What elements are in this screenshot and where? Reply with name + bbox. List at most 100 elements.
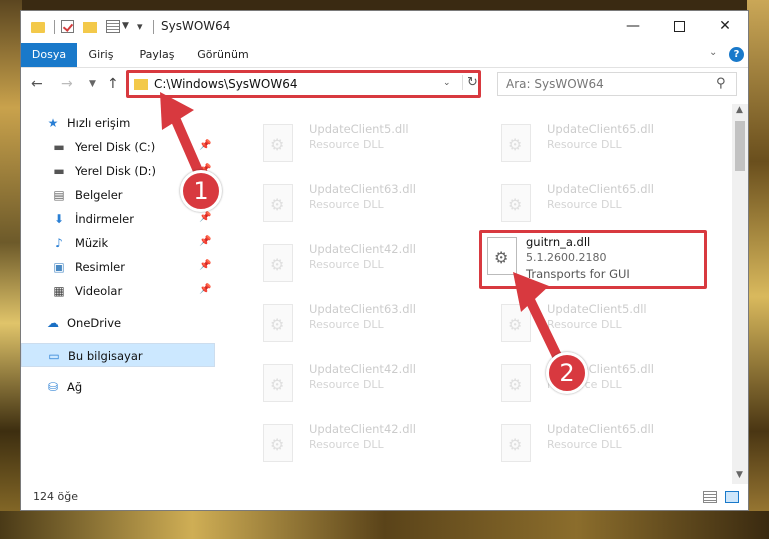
search-input[interactable]: Ara: SysWOW64 ⚲ xyxy=(497,72,737,96)
sidebar-item-downloads[interactable]: ⬇ İndirmeler 📌 xyxy=(21,207,215,231)
tab-home[interactable]: Giriş xyxy=(81,43,121,67)
explorer-window: ▼ ▾ SysWOW64 — ✕ Dosya Giriş Paylaş Görü… xyxy=(20,10,749,511)
forward-arrow-icon[interactable]: → xyxy=(61,76,73,92)
sidebar-item-quick-access[interactable]: ★ Hızlı erişim xyxy=(21,111,215,135)
computer-icon: ▭ xyxy=(48,349,60,363)
search-icon[interactable]: ⚲ xyxy=(716,76,726,91)
file-description: Resource DLL xyxy=(309,438,384,451)
file-description: Resource DLL xyxy=(309,258,384,271)
sidebar-item-pictures[interactable]: ▣ Resimler 📌 xyxy=(21,255,215,279)
sidebar-item-label: Müzik xyxy=(75,236,109,250)
close-button[interactable]: ✕ xyxy=(702,11,748,41)
scroll-thumb[interactable] xyxy=(735,121,745,171)
sidebar-item-drive-c[interactable]: ▬ Yerel Disk (C:) 📌 xyxy=(21,135,215,159)
ribbon-tabs: Dosya Giriş Paylaş Görünüm ⌄ ? xyxy=(21,43,748,68)
navigation-pane: ★ Hızlı erişim ▬ Yerel Disk (C:) 📌 ▬ Yer… xyxy=(21,104,215,484)
new-folder-icon[interactable] xyxy=(83,22,97,33)
chevron-down-icon[interactable]: ▼ xyxy=(122,21,129,37)
properties-icon[interactable] xyxy=(106,20,120,33)
music-icon: ♪ xyxy=(55,236,63,250)
dll-file-icon xyxy=(263,304,293,342)
dll-file-icon xyxy=(263,364,293,402)
file-description: Resource DLL xyxy=(309,138,384,151)
pin-icon[interactable]: 📌 xyxy=(199,212,211,223)
file-description: Resource DLL xyxy=(547,138,622,151)
file-item[interactable]: UpdateClient63.dll Resource DLL xyxy=(241,174,471,226)
dll-file-icon xyxy=(501,364,531,402)
file-name: UpdateClient42.dll xyxy=(309,422,416,436)
file-description: Resource DLL xyxy=(547,438,622,451)
file-item[interactable]: UpdateClient65.dll Resource DLL xyxy=(479,354,709,406)
details-view-icon[interactable] xyxy=(703,491,717,503)
dll-file-icon xyxy=(263,124,293,162)
file-item[interactable]: UpdateClient65.dll Resource DLL xyxy=(479,174,709,226)
file-item[interactable]: UpdateClient65.dll Resource DLL xyxy=(479,114,709,166)
file-item[interactable]: UpdateClient42.dll Resource DLL xyxy=(241,354,471,406)
drive-icon: ▬ xyxy=(53,140,65,154)
file-list: UpdateClient5.dll Resource DLL UpdateCli… xyxy=(221,104,731,484)
scroll-down-icon[interactable]: ▼ xyxy=(736,470,743,480)
properties-check-icon[interactable] xyxy=(61,20,74,33)
expand-ribbon-icon[interactable]: ⌄ xyxy=(709,47,717,58)
sidebar-item-label: Bu bilgisayar xyxy=(68,349,143,363)
dll-file-icon xyxy=(501,184,531,222)
divider xyxy=(153,20,154,34)
file-description: Resource DLL xyxy=(309,318,384,331)
sidebar-item-music[interactable]: ♪ Müzik 📌 xyxy=(21,231,215,255)
dll-file-icon xyxy=(263,184,293,222)
item-count: 124 öğe xyxy=(33,490,78,503)
sidebar-item-network[interactable]: ⛁ Ağ xyxy=(21,375,215,399)
file-item[interactable]: UpdateClient42.dll Resource DLL xyxy=(241,414,471,466)
sidebar-item-videos[interactable]: ▦ Videolar 📌 xyxy=(21,279,215,303)
sidebar-item-this-pc[interactable]: ▭ Bu bilgisayar xyxy=(21,343,215,367)
drive-icon: ▬ xyxy=(53,164,65,178)
dll-file-icon xyxy=(501,304,531,342)
network-icon: ⛁ xyxy=(47,380,59,394)
file-description: Resource DLL xyxy=(309,198,384,211)
title-bar: ▼ ▾ SysWOW64 — ✕ xyxy=(21,11,748,43)
sidebar-item-label: Ağ xyxy=(67,380,83,394)
file-item[interactable]: UpdateClient5.dll Resource DLL xyxy=(241,114,471,166)
tab-share[interactable]: Paylaş xyxy=(133,43,181,67)
pin-icon[interactable]: 📌 xyxy=(199,284,211,295)
sidebar-item-onedrive[interactable]: ☁ OneDrive xyxy=(21,311,215,335)
step-badge-1: 1 xyxy=(180,170,222,212)
tab-view[interactable]: Görünüm xyxy=(193,43,253,67)
navigation-bar: ← → ▼ ↑ C:\Windows\SysWOW64 ⌄ ↻ Ara: Sys… xyxy=(21,68,748,100)
recent-locations-chevron-icon[interactable]: ▼ xyxy=(89,79,96,89)
tiles-view-icon[interactable] xyxy=(725,491,739,503)
customize-toolbar-icon[interactable]: ▾ xyxy=(137,20,143,36)
address-highlight-box xyxy=(126,70,481,98)
file-item[interactable]: UpdateClient63.dll Resource DLL xyxy=(241,294,471,346)
file-item[interactable]: UpdateClient5.dll Resource DLL xyxy=(479,294,709,346)
pin-icon[interactable]: 📌 xyxy=(199,140,211,151)
minimize-button[interactable]: — xyxy=(610,11,656,41)
tab-file[interactable]: Dosya xyxy=(21,43,77,67)
sidebar-item-label: Videolar xyxy=(75,284,123,298)
star-icon: ★ xyxy=(47,116,59,130)
sidebar-item-label: Belgeler xyxy=(75,188,123,202)
file-name: UpdateClient65.dll xyxy=(547,182,654,196)
vertical-scrollbar[interactable]: ▲ ▼ xyxy=(732,104,748,484)
up-arrow-icon[interactable]: ↑ xyxy=(107,76,119,92)
help-icon[interactable]: ? xyxy=(729,47,744,62)
file-description: Resource DLL xyxy=(547,318,622,331)
file-item[interactable]: UpdateClient65.dll Resource DLL xyxy=(479,414,709,466)
file-item[interactable]: UpdateClient42.dll Resource DLL xyxy=(241,234,471,286)
maximize-icon xyxy=(673,20,685,32)
dll-file-icon xyxy=(263,424,293,462)
documents-icon: ▤ xyxy=(53,188,65,202)
maximize-button[interactable] xyxy=(656,11,702,41)
cloud-icon: ☁ xyxy=(47,316,59,330)
file-name: UpdateClient5.dll xyxy=(309,122,409,136)
sidebar-item-label: İndirmeler xyxy=(75,212,134,226)
pin-icon[interactable]: 📌 xyxy=(199,260,211,271)
sidebar-item-label: OneDrive xyxy=(67,316,122,330)
status-bar: 124 öğe xyxy=(21,486,748,510)
scroll-up-icon[interactable]: ▲ xyxy=(736,105,743,115)
file-name: UpdateClient42.dll xyxy=(309,362,416,376)
back-arrow-icon[interactable]: ← xyxy=(31,76,43,92)
file-description: Resource DLL xyxy=(547,198,622,211)
window-title: SysWOW64 xyxy=(161,19,231,33)
pin-icon[interactable]: 📌 xyxy=(199,236,211,247)
